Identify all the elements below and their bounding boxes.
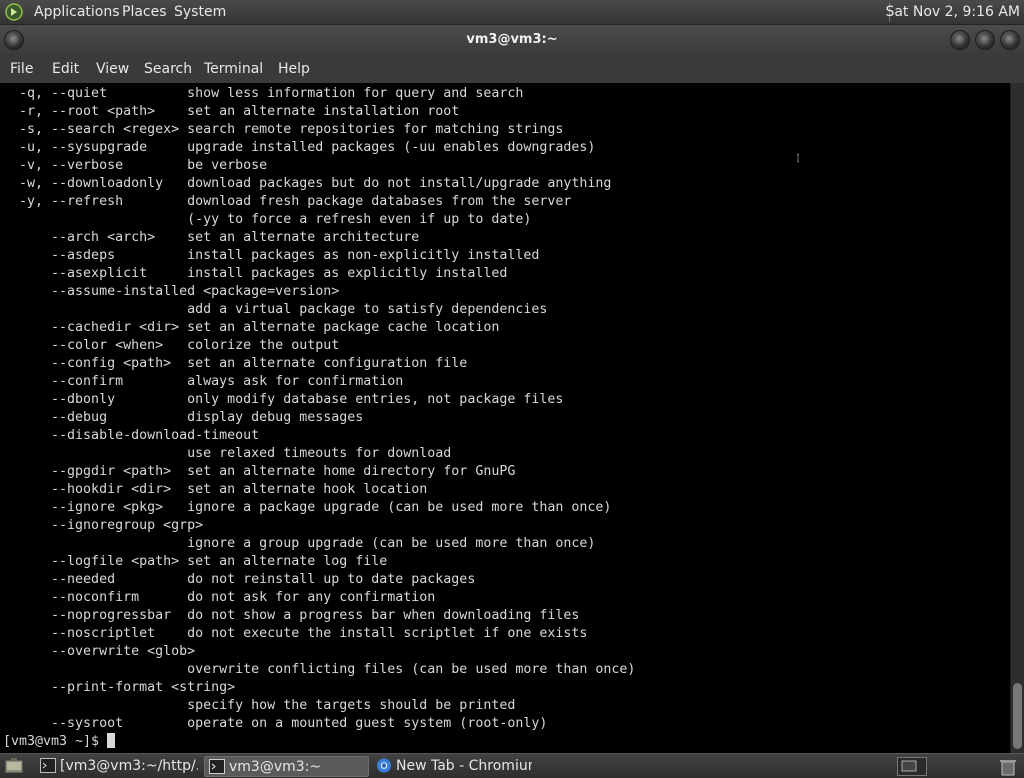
terminal-line: --debug display debug messages: [3, 410, 364, 425]
taskbar-item-label: vm3@vm3:~: [229, 759, 322, 775]
terminal-line: --ignoregroup <grp>: [3, 518, 204, 533]
terminal-line: --assume-installed <package=version>: [3, 284, 340, 299]
terminal-line: -r, --root <path> set an alternate insta…: [3, 104, 460, 119]
terminal-line: -s, --search <regex> search remote repos…: [3, 122, 564, 137]
text-cursor-icon: [797, 153, 799, 163]
terminal-line: --logfile <path> set an alternate log fi…: [3, 554, 388, 569]
terminal-scrollbar[interactable]: [1010, 83, 1024, 753]
menu-terminal[interactable]: Terminal: [204, 61, 263, 77]
terminal-line: --confirm always ask for confirmation: [3, 374, 404, 389]
system-menu[interactable]: System: [174, 4, 226, 20]
terminal-line: --ignore <pkg> ignore a package upgrade …: [3, 500, 612, 515]
terminal-cursor: [107, 733, 116, 748]
terminal-line: -y, --refresh download fresh package dat…: [3, 194, 572, 209]
terminal-line: --hookdir <dir> set an alternate hook lo…: [3, 482, 428, 497]
terminal-line: --disable-download-timeout: [3, 428, 260, 443]
maximize-button[interactable]: [975, 30, 995, 50]
workspace-switcher-icon[interactable]: [897, 757, 927, 776]
terminal-line: --asdeps install packages as non-explici…: [3, 248, 540, 263]
show-desktop-icon[interactable]: [4, 757, 24, 775]
terminal-line: -u, --sysupgrade upgrade installed packa…: [3, 140, 596, 155]
terminal-icon: [40, 758, 56, 773]
clock[interactable]: Sat Nov 2, 9:16 AM: [885, 4, 1020, 20]
terminal-output-area[interactable]: -q, --quiet show less information for qu…: [0, 83, 1010, 753]
close-button[interactable]: [1000, 30, 1020, 50]
terminal-line: add a virtual package to satisfy depende…: [3, 302, 548, 317]
terminal-icon: [209, 759, 225, 774]
places-menu[interactable]: Places: [122, 4, 167, 20]
terminal-line: --noprogressbar do not show a progress b…: [3, 608, 580, 623]
menu-file[interactable]: File: [10, 61, 33, 77]
terminal-text: -q, --quiet show less information for qu…: [3, 85, 635, 751]
terminal-line: --sysroot operate on a mounted guest sys…: [3, 716, 548, 731]
applications-menu[interactable]: Applications: [34, 4, 120, 20]
terminal-line: overwrite conflicting files (can be used…: [3, 662, 636, 677]
chromium-icon: [376, 758, 392, 773]
terminal-line: use relaxed timeouts for download: [3, 446, 452, 461]
menubar: File Edit View Search Terminal Help: [0, 56, 1024, 83]
menu-view[interactable]: View: [96, 61, 129, 77]
scrollbar-thumb[interactable]: [1013, 683, 1022, 749]
menu-edit[interactable]: Edit: [52, 61, 79, 77]
terminal-line: --gpgdir <path> set an alternate home di…: [3, 464, 516, 479]
terminal-line: --config <path> set an alternate configu…: [3, 356, 468, 371]
taskbar-item-chromium[interactable]: New Tab - Chromium: [372, 756, 532, 777]
terminal-line: specify how the targets should be printe…: [3, 698, 516, 713]
trash-icon[interactable]: [998, 757, 1018, 776]
terminal-line: --asexplicit install packages as explici…: [3, 266, 508, 281]
taskbar-item-terminal-home[interactable]: vm3@vm3:~: [204, 756, 369, 777]
minimize-button[interactable]: [950, 30, 970, 50]
menu-search[interactable]: Search: [144, 61, 192, 77]
terminal-line: -q, --quiet show less information for qu…: [3, 86, 524, 101]
terminal-line: ignore a group upgrade (can be used more…: [3, 536, 596, 551]
taskbar-item-label: New Tab - Chromium: [396, 758, 532, 774]
terminal-line: -v, --verbose be verbose: [3, 158, 268, 173]
shell-prompt: [vm3@vm3 ~]$: [3, 733, 635, 751]
foot-logo-icon[interactable]: [5, 3, 23, 21]
terminal-line: --cachedir <dir> set an alternate packag…: [3, 320, 500, 335]
terminal-line: --noconfirm do not ask for any confirmat…: [3, 590, 436, 605]
terminal-line: --dbonly only modify database entries, n…: [3, 392, 564, 407]
terminal-line: --needed do not reinstall up to date pac…: [3, 572, 476, 587]
top-panel: Applications Places System Sat Nov 2, 9:…: [0, 0, 1024, 25]
terminal-line: (-yy to force a refresh even if up to da…: [3, 212, 532, 227]
terminal-line: --color <when> colorize the output: [3, 338, 340, 353]
terminal-line: -w, --downloadonly download packages but…: [3, 176, 612, 191]
taskbar-item-label: [vm3@vm3:~/http/...: [60, 758, 198, 774]
terminal-line: --overwrite <glob>: [3, 644, 196, 659]
menu-help[interactable]: Help: [278, 61, 310, 77]
window-titlebar[interactable]: vm3@vm3:~: [0, 25, 1024, 56]
bottom-panel: [vm3@vm3:~/http/... vm3@vm3:~ New Tab - …: [0, 753, 1024, 778]
terminal-line: --arch <arch> set an alternate architect…: [3, 230, 420, 245]
taskbar-item-terminal-http[interactable]: [vm3@vm3:~/http/...: [36, 756, 198, 777]
terminal-line: --noscriptlet do not execute the install…: [3, 626, 588, 641]
window-title: vm3@vm3:~: [466, 32, 558, 47]
terminal-line: --print-format <string>: [3, 680, 236, 695]
